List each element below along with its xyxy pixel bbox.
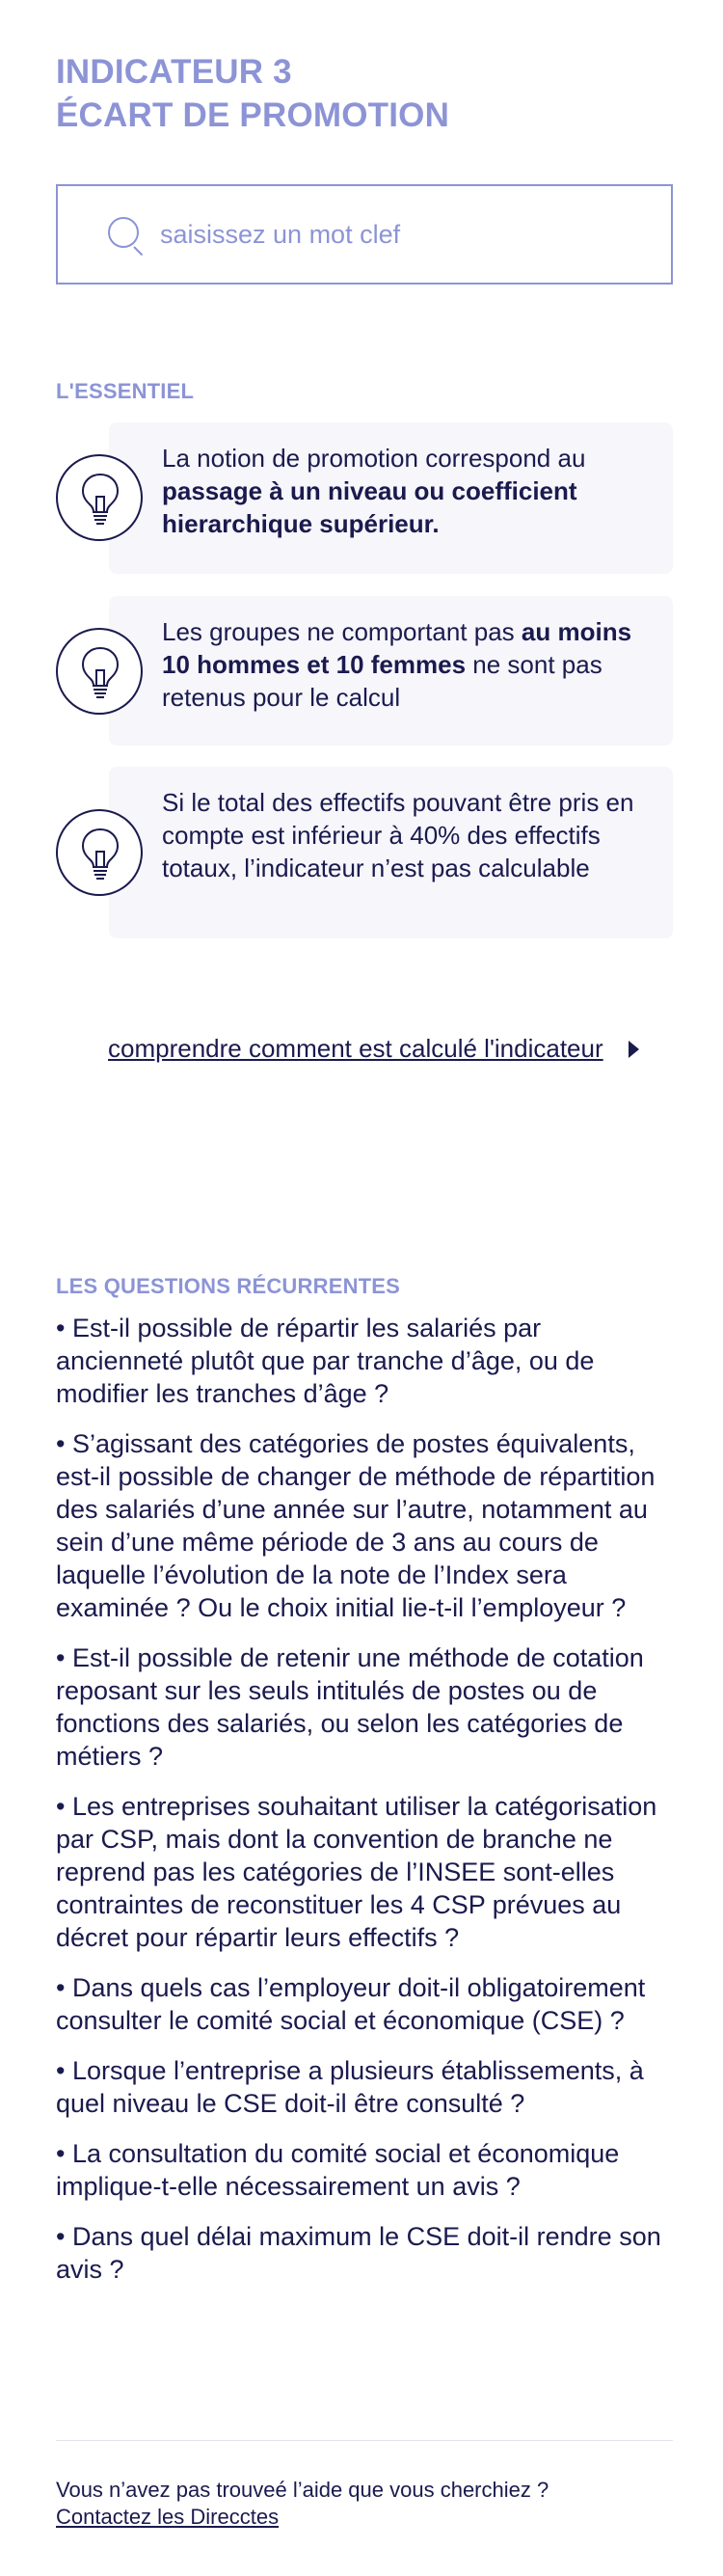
essentiel-card: Les groupes ne comportant pas au moins 1… <box>56 596 673 746</box>
page-title-line-2: ÉCART DE PROMOTION <box>56 96 450 134</box>
faq-item[interactable]: • La consultation du comité social et éc… <box>56 2137 673 2203</box>
faq-item[interactable]: • Est-il possible de répartir les salari… <box>56 1312 673 1410</box>
faq-item[interactable]: • Lorsque l’entreprise a plusieurs établ… <box>56 2054 673 2120</box>
page-title-line-1: INDICATEUR 3 <box>56 53 292 91</box>
lightbulb-icon <box>56 628 143 715</box>
lightbulb-icon <box>56 454 143 541</box>
card-text: Si le total des effectifs pouvant être p… <box>162 788 634 882</box>
triangle-right-icon <box>628 1040 639 1058</box>
section-label-faq: LES QUESTIONS RÉCURRENTES <box>56 1274 401 1298</box>
essentiel-card: La notion de promotion correspond au pas… <box>56 422 673 574</box>
faq-item[interactable]: • Dans quel délai maximum le CSE doit-il… <box>56 2220 673 2286</box>
contact-direcctes-link[interactable]: Contactez les Direcctes <box>56 2505 279 2530</box>
faq-item[interactable]: • S’agissant des catégories de postes éq… <box>56 1427 673 1624</box>
indicator-explanation-link[interactable]: comprendre comment est calculé l'indicat… <box>108 1034 603 1064</box>
search-icon <box>106 213 144 257</box>
page-title: INDICATEUR 3 ÉCART DE PROMOTION <box>56 50 673 137</box>
faq-item[interactable]: • Dans quels cas l’employeur doit-il obl… <box>56 1971 673 2037</box>
lightbulb-icon <box>56 809 143 896</box>
essentiel-card: Si le total des effectifs pouvant être p… <box>56 767 673 938</box>
card-text: La notion de promotion correspond au pas… <box>162 444 586 538</box>
card-text: Les groupes ne comportant pas au moins 1… <box>162 617 632 712</box>
footer-question: Vous n’avez pas trouveé l’aide que vous … <box>56 2478 549 2502</box>
faq-list: • Est-il possible de répartir les salari… <box>56 1312 673 2303</box>
search-box[interactable] <box>56 184 673 285</box>
page: INDICATEUR 3 ÉCART DE PROMOTION L'ESSENT… <box>0 0 723 2576</box>
faq-item[interactable]: • Est-il possible de retenir une méthode… <box>56 1641 673 1773</box>
footer-divider <box>56 2440 673 2441</box>
indicator-explanation-link-row[interactable]: comprendre comment est calculé l'indicat… <box>108 1034 667 1064</box>
search-input[interactable] <box>160 219 623 250</box>
faq-item[interactable]: • Les entreprises souhaitant utiliser la… <box>56 1790 673 1954</box>
section-label-essentiel: L'ESSENTIEL <box>56 379 195 403</box>
